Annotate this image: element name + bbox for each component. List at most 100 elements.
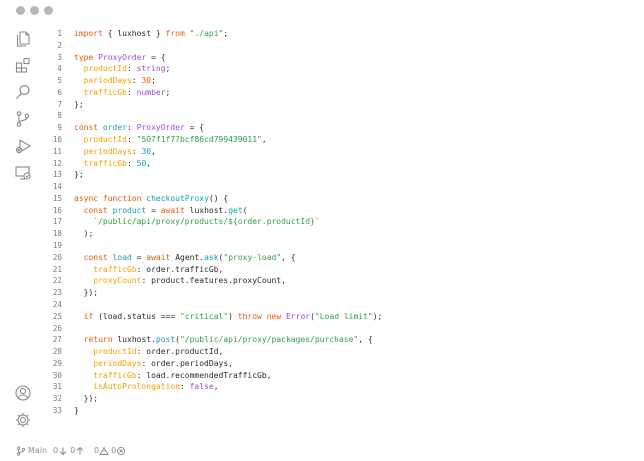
code-token: ; [165, 87, 171, 97]
extensions-icon[interactable] [14, 56, 32, 74]
code-line[interactable]: 7}; [46, 99, 636, 111]
code-line[interactable]: 13}; [46, 169, 636, 181]
problems-status[interactable]: 0 0 [94, 440, 126, 461]
line-number: 16 [52, 205, 62, 215]
code-line[interactable]: 25 if (load.status === "critical") throw… [46, 311, 636, 323]
code-line[interactable]: 28 productId: order.productId, [46, 346, 636, 358]
code-line[interactable]: 2 [46, 40, 636, 52]
account-icon[interactable] [14, 384, 32, 402]
code-token: proxyCount [93, 276, 142, 286]
code-token: product [112, 205, 147, 215]
maximize-window-button[interactable] [44, 6, 53, 15]
minimize-window-button[interactable] [30, 6, 39, 15]
code-line[interactable]: 5 periodDays: 30; [46, 75, 636, 87]
code-line[interactable]: 4 productId: string; [46, 63, 636, 75]
files-icon[interactable] [14, 30, 32, 48]
code-token: "./api" [189, 29, 224, 38]
code-line[interactable]: 11 periodDays: 30, [46, 146, 636, 158]
line-number: 3 [57, 52, 62, 62]
code-token: periodDays [93, 358, 142, 368]
code-line[interactable]: 20 const load = await Agent.ask("proxy-l… [46, 252, 636, 264]
code-line[interactable]: 15 async function checkoutProxy() { [46, 193, 636, 205]
code-line[interactable]: 14 [46, 181, 636, 193]
code-token: , { [358, 335, 373, 345]
code-token: checkoutProxy [146, 193, 209, 203]
code-token: const [83, 252, 108, 262]
code-line[interactable]: 32 }); [46, 393, 636, 405]
code-line[interactable]: 10 productId: "5O7f1f77bcf86cd799439011"… [46, 134, 636, 146]
code-token: if [83, 311, 94, 321]
code-line[interactable]: 12 trafficGb: 50, [46, 158, 636, 170]
code-line[interactable]: 18 ); [46, 228, 636, 240]
line-code: trafficGb: order.trafficGb, [74, 264, 223, 276]
code-token: productId [93, 347, 137, 357]
line-number: 20 [52, 252, 62, 262]
code-line[interactable]: 21 trafficGb: order.trafficGb, [46, 264, 636, 276]
code-token: "/public/api/proxy/packages/purchase" [180, 335, 359, 345]
source-control-icon[interactable] [14, 110, 32, 128]
line-code: isAutoProlongation: false, [74, 381, 218, 393]
code-line[interactable]: 27 return luxhost.post("/public/api/prox… [46, 334, 636, 346]
code-token: trafficGb [83, 87, 127, 97]
code-token: : [131, 146, 142, 156]
code-line[interactable]: 16 const product = await luxhost.get( [46, 205, 636, 217]
search-icon[interactable] [14, 83, 32, 101]
close-window-button[interactable] [16, 6, 25, 15]
code-line[interactable]: 33} [46, 405, 636, 417]
code-line[interactable]: 8 [46, 110, 636, 122]
code-token: }); [74, 394, 99, 404]
code-token: async [74, 193, 99, 203]
code-line[interactable]: 23 }); [46, 287, 636, 299]
line-number: 12 [52, 158, 62, 168]
remote-explorer-icon[interactable] [14, 164, 32, 182]
line-number: 6 [57, 87, 62, 97]
code-token: post [155, 335, 176, 345]
line-number: 29 [52, 358, 62, 368]
code-line[interactable]: 22 proxyCount: product.features.proxyCou… [46, 275, 636, 287]
code-line[interactable]: 19 [46, 240, 636, 252]
line-number: 31 [52, 382, 62, 392]
sync-status[interactable]: 0 0 [53, 440, 85, 461]
line-number: 26 [52, 323, 62, 333]
code-token: throw [237, 311, 262, 321]
code-line[interactable]: 9 const order: ProxyOrder = { [46, 122, 636, 134]
code-line[interactable]: 31 isAutoProlongation: false, [46, 381, 636, 393]
code-line[interactable]: 30 trafficGb: load.recommendedTrafficGb, [46, 370, 636, 382]
line-code: periodDays: 30; [74, 75, 156, 87]
code-token: : [179, 382, 190, 392]
line-code: if (load.status === "critical") throw ne… [74, 311, 383, 323]
code-line[interactable]: 17 `/public/api/proxy/products/${order.p… [46, 216, 636, 228]
code-token: get [228, 205, 243, 215]
code-line[interactable]: 3 type ProxyOrder = { [46, 52, 636, 64]
branch-indicator[interactable]: Main [16, 440, 47, 461]
code-token: await [160, 205, 185, 215]
code-token: periodDays [83, 146, 132, 156]
run-debug-icon[interactable] [14, 137, 32, 155]
code-token: , [146, 158, 152, 168]
code-line[interactable]: 29 periodDays: order.periodDays, [46, 358, 636, 370]
code-line[interactable]: 26 [46, 323, 636, 335]
code-line[interactable]: 1 import { luxhost } from "./api"; [46, 28, 636, 40]
code-token: periodDays [83, 76, 132, 86]
code-token: Agent. [170, 252, 205, 262]
line-code: const load = await Agent.ask("proxy-load… [74, 252, 296, 264]
code-token: ; [165, 64, 171, 74]
code-token: ProxyOrder [98, 52, 147, 62]
code-line[interactable]: 6 trafficGb: number; [46, 87, 636, 99]
settings-icon[interactable] [14, 411, 32, 429]
code-token: "proxy-load" [223, 252, 282, 262]
code-token: : order.trafficGb, [136, 264, 224, 274]
code-token: ask [204, 252, 219, 262]
code-editor[interactable]: 1 import { luxhost } from "./api"; 2 3 type … [46, 28, 636, 428]
line-code: }); [74, 287, 98, 299]
line-number: 11 [52, 146, 62, 156]
code-token: const [83, 205, 108, 215]
code-line[interactable]: 24 [46, 299, 636, 311]
line-number: 22 [52, 276, 62, 286]
